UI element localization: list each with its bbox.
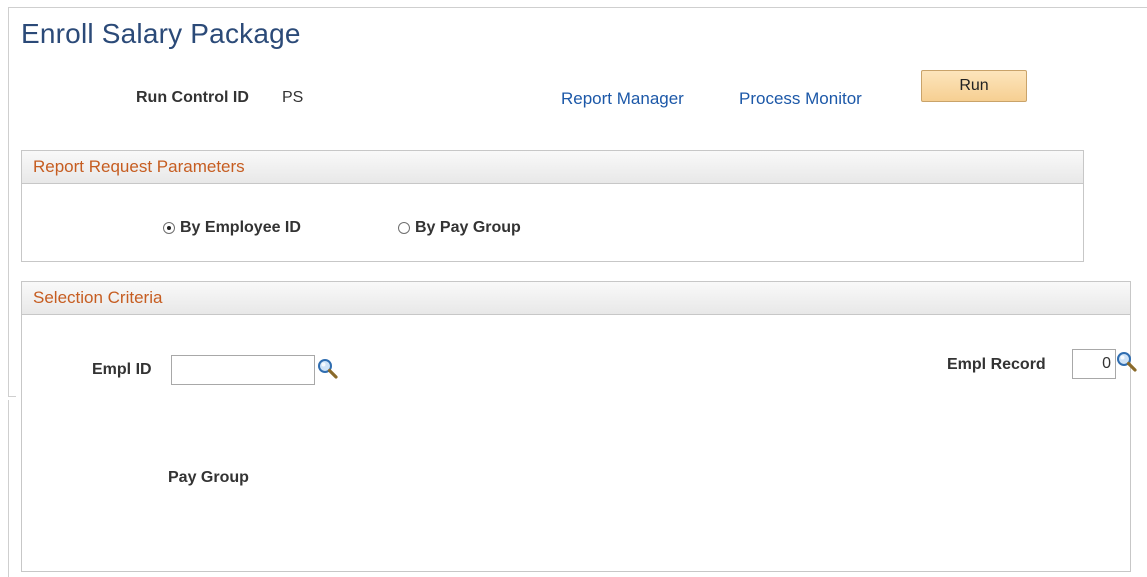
by-pay-group-radio[interactable] — [398, 222, 410, 234]
page-frame-top — [8, 7, 1147, 8]
page-frame-tick — [8, 396, 16, 397]
by-pay-group-option[interactable]: By Pay Group — [398, 219, 521, 237]
by-employee-id-label: By Employee ID — [180, 219, 301, 236]
by-pay-group-label: By Pay Group — [415, 219, 521, 236]
run-button[interactable]: Run — [921, 70, 1027, 102]
process-monitor-link[interactable]: Process Monitor — [739, 89, 862, 109]
by-employee-id-radio[interactable] — [163, 222, 175, 234]
pay-group-label: Pay Group — [168, 469, 249, 486]
report-request-parameters-header: Report Request Parameters — [22, 151, 1083, 184]
page-frame-left — [8, 7, 9, 397]
empl-id-label: Empl ID — [92, 361, 152, 378]
run-control-id-label: Run Control ID — [136, 89, 249, 106]
by-employee-id-option[interactable]: By Employee ID — [163, 219, 301, 237]
selection-criteria-group: Selection Criteria Empl ID Empl Record 0… — [21, 281, 1137, 572]
empl-record-input[interactable]: 0 — [1072, 349, 1116, 379]
empl-record-label: Empl Record — [947, 356, 1046, 373]
empl-record-lookup-icon[interactable] — [1115, 350, 1139, 374]
page-title: Enroll Salary Package — [21, 18, 301, 49]
selection-criteria-header: Selection Criteria — [22, 282, 1130, 315]
run-control-id-value: PS — [282, 89, 304, 106]
report-manager-link[interactable]: Report Manager — [561, 89, 684, 109]
page-frame-left-lower — [8, 400, 9, 577]
report-request-parameters-group: Report Request Parameters By Employee ID… — [21, 150, 1084, 262]
empl-id-input[interactable] — [171, 355, 315, 385]
empl-id-lookup-icon[interactable] — [316, 357, 340, 381]
